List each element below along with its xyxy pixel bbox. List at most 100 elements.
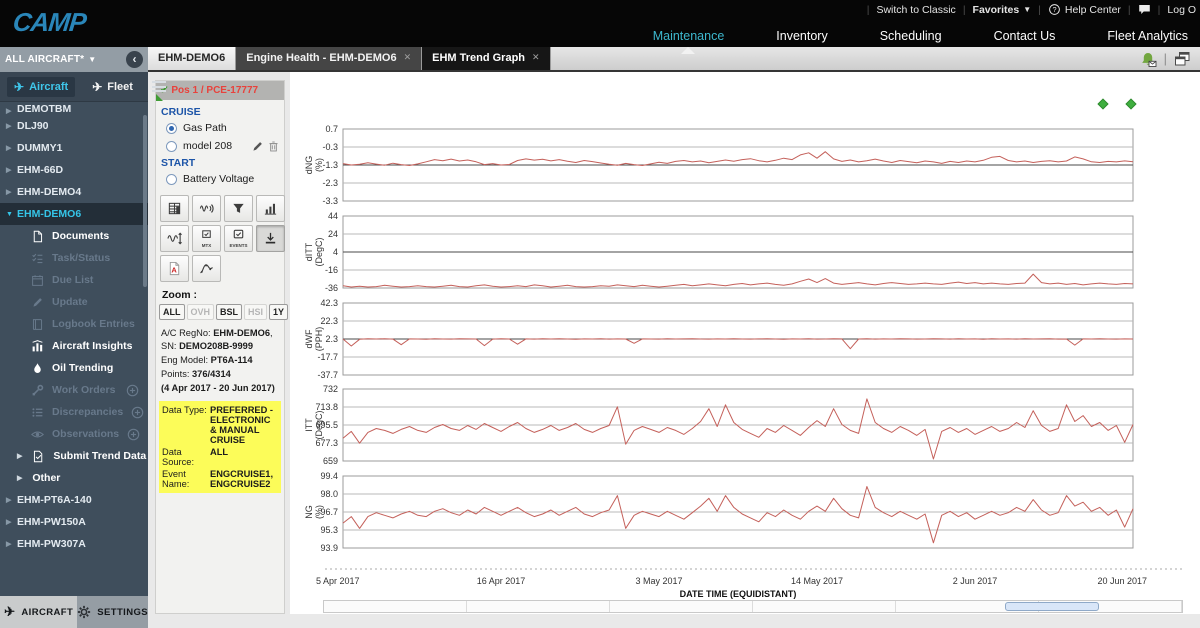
utility-favorites[interactable]: Favorites ▼ — [973, 4, 1032, 16]
chart-icon — [263, 201, 278, 216]
nav-inventory[interactable]: Inventory — [776, 29, 827, 43]
tab-engine-health-ehm-demo6[interactable]: Engine Health - EHM-DEMO6 ✕ — [236, 45, 423, 70]
engine-position-header[interactable]: ✔ Pos 1 / PCE-17777 — [156, 81, 284, 101]
utility-chat[interactable] — [1138, 3, 1151, 16]
close-icon[interactable]: ✕ — [532, 52, 540, 63]
sidebar-item-label: Documents — [52, 230, 110, 242]
list-icon — [31, 406, 44, 419]
radio-button[interactable] — [166, 173, 177, 185]
svg-text:5 Apr 2017: 5 Apr 2017 — [316, 576, 360, 586]
wave-tool-button[interactable] — [160, 225, 189, 252]
nav-fleet-analytics[interactable]: Fleet Analytics — [1107, 29, 1188, 43]
sidebar-item-aircraft-insights[interactable]: Aircraft Insights — [0, 335, 148, 357]
separator: | — [1157, 3, 1161, 16]
sidebar-tab-aircraft[interactable]: ✈ Aircraft — [7, 76, 76, 97]
tab-ehm-demo6[interactable]: EHM-DEMO6 — [148, 45, 237, 70]
utility-switch-to-classic[interactable]: Switch to Classic — [876, 4, 955, 16]
utility-help-center[interactable]: ? Help Center — [1048, 3, 1121, 16]
zoom-label: Zoom : — [162, 289, 197, 301]
download-tool-button[interactable] — [256, 225, 285, 252]
utility-log-o[interactable]: Log O — [1167, 4, 1196, 16]
sidebar-item-label: Other — [32, 472, 61, 484]
sidebar-bottom-tab-settings[interactable]: SETTINGS — [77, 596, 148, 628]
svg-text:24: 24 — [328, 229, 338, 239]
svg-text:dNG(%): dNG(%) — [304, 156, 324, 175]
scrollbar-thumb[interactable] — [1005, 602, 1099, 611]
sidebar-item-ehm-pw307a[interactable]: ▶ EHM-PW307A — [0, 533, 148, 555]
collapse-sidebar-button[interactable]: ‹ — [126, 51, 143, 68]
delete-trash-icon[interactable] — [267, 140, 280, 153]
plus-circle-icon[interactable] — [131, 406, 144, 419]
radio-label: Gas Path — [183, 122, 227, 134]
sidebar-item-ehm-demo4[interactable]: ▶ EHM-DEMO4 — [0, 181, 148, 203]
svg-text:-0.3: -0.3 — [322, 142, 338, 152]
filter-tool-button[interactable] — [224, 195, 253, 222]
events-tool-button[interactable]: EVENTS — [224, 225, 253, 252]
plus-circle-icon[interactable] — [127, 428, 140, 441]
hamburger-menu-icon[interactable] — [150, 79, 168, 94]
chevron-right-icon: ▶ — [6, 167, 12, 174]
file-icon — [31, 230, 44, 243]
plus-circle-icon[interactable] — [126, 384, 139, 397]
svg-text:659: 659 — [323, 456, 338, 466]
filter-value: PREFERRED - ELECTRONIC & MANUAL CRUISE — [210, 405, 274, 446]
chart-tool-button[interactable] — [256, 195, 285, 222]
separator: | — [866, 3, 870, 16]
zoom-button-1y[interactable]: 1Y — [269, 304, 289, 320]
info-line: A/C RegNo: EHM-DEMO6, SN: DEMO208B-9999 — [161, 328, 273, 352]
vibration-tool-button[interactable] — [192, 195, 221, 222]
sidebar-item-demotbm[interactable]: ▶ DEMOTBM — [0, 102, 148, 115]
sidebar-item-update: Update — [0, 291, 148, 313]
download-icon — [263, 231, 278, 246]
radio-option-model-208[interactable]: model 208 — [161, 137, 280, 155]
radio-button[interactable] — [166, 140, 177, 152]
mtx-tool-button[interactable]: MTX — [192, 225, 221, 252]
edit-pencil-icon[interactable] — [251, 140, 264, 153]
nav-scheduling[interactable]: Scheduling — [880, 29, 942, 43]
sidebar-item-label: Logbook Entries — [52, 318, 135, 330]
radio-option-gas-path[interactable]: Gas Path — [161, 119, 280, 137]
zoom-range-buttons: ALLOVHBSLHSI1Y6M — [156, 304, 311, 320]
help-icon: ? — [1048, 3, 1061, 16]
aircraft-filter-header[interactable]: ALL AIRCRAFT* ▼ ‹ — [0, 47, 148, 72]
info-line: (4 Apr 2017 - 20 Jun 2017) — [161, 383, 275, 394]
pdf-tool-button[interactable]: A — [160, 255, 189, 282]
sidebar-item-ehm-pw150a[interactable]: ▶ EHM-PW150A — [0, 511, 148, 533]
group-title-cruise: CRUISE — [161, 106, 201, 118]
sidebar-item-other[interactable]: ▶ Other — [0, 467, 148, 489]
sidebar-item-oil-trending[interactable]: Oil Trending — [0, 357, 148, 379]
sidebar-item-ehm-demo6[interactable]: ▼ EHM-DEMO6 — [0, 203, 148, 225]
curve-tool-button[interactable] — [192, 255, 221, 282]
radio-button[interactable] — [166, 122, 177, 134]
zoom-button-all[interactable]: ALL — [159, 304, 185, 320]
svg-text:16 Apr 2017: 16 Apr 2017 — [477, 576, 526, 586]
sidebar-item-documents[interactable]: Documents — [0, 225, 148, 247]
radio-label: model 208 — [183, 140, 233, 152]
svg-text:44: 44 — [328, 211, 338, 221]
chevron-right-icon: ▶ — [17, 453, 23, 460]
nav-maintenance[interactable]: Maintenance — [653, 29, 724, 54]
windows-layout-icon[interactable] — [1174, 51, 1191, 67]
sidebar-bottom-tab-aircraft[interactable]: ✈ AIRCRAFT — [0, 596, 78, 628]
report-tool-button[interactable] — [160, 195, 189, 222]
sidebar-item-ehm-pt6a-140[interactable]: ▶ EHM-PT6A-140 — [0, 489, 148, 511]
engine-position-label: Pos 1 / PCE-17777 — [171, 85, 259, 96]
alert-bell-icon[interactable] — [1140, 51, 1157, 67]
close-icon[interactable]: ✕ — [404, 52, 412, 63]
tab-ehm-trend-graph[interactable]: EHM Trend Graph ✕ — [422, 45, 551, 70]
sidebar-scrollbar[interactable] — [143, 115, 147, 287]
sidebar-item-due-list: Due List — [0, 269, 148, 291]
chart-horizontal-scrollbar[interactable] — [323, 600, 1183, 613]
radio-option-battery-voltage[interactable]: Battery Voltage — [161, 170, 280, 188]
sidebar-item-dummy1[interactable]: ▶ DUMMY1 — [0, 137, 148, 159]
sidebar-item-dlj90[interactable]: ▶ DLJ90 — [0, 115, 148, 137]
nav-contact-us[interactable]: Contact Us — [994, 29, 1056, 43]
sidebar-item-submit-trend-data[interactable]: ▶ Submit Trend Data — [0, 445, 148, 467]
sidebar-tab-fleet[interactable]: ✈ Fleet — [85, 77, 140, 97]
svg-text:-2.3: -2.3 — [322, 178, 338, 188]
sidebar-item-ehm-pw615[interactable]: ▶EHM-PW615 — [0, 555, 148, 559]
sidebar-item-ehm-66d[interactable]: ▶ EHM-66D — [0, 159, 148, 181]
zoom-button-bsl[interactable]: BSL — [216, 304, 243, 320]
tab-label: EHM-DEMO6 — [158, 51, 226, 64]
trend-control-panel: ✔ Pos 1 / PCE-17777 CRUISE Gas Path model … — [155, 80, 311, 614]
